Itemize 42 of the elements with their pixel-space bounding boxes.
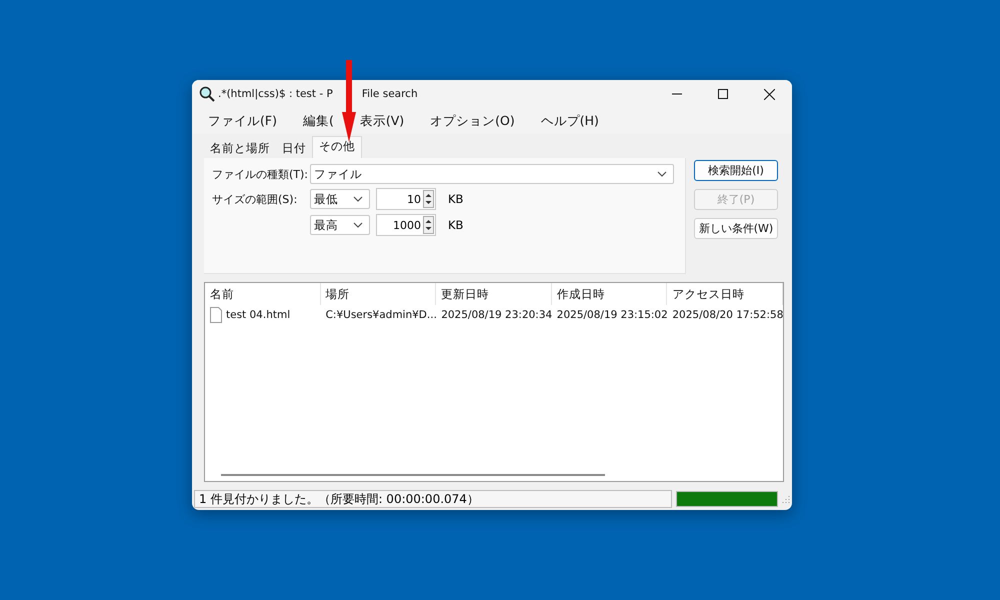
maximize-icon (718, 89, 728, 99)
spin-arrows-icon (423, 216, 434, 234)
chevron-down-icon (353, 196, 363, 202)
resize-grip-icon (782, 495, 790, 503)
tab[interactable]: その他 (312, 136, 362, 158)
tab[interactable]: 名前と場所 (204, 139, 276, 158)
spin-arrows-icon (423, 190, 434, 208)
action-button[interactable]: 検索開始(I) (694, 160, 778, 181)
menu-item[interactable]: 表示(V) (360, 110, 404, 132)
column-header[interactable]: 名前 (205, 283, 321, 305)
size-spin-field[interactable]: 10 (376, 188, 436, 210)
table-cell: test 04.html (226, 309, 290, 321)
action-button[interactable]: 新しい条件(W) (694, 218, 778, 239)
chevron-down-icon (657, 171, 667, 177)
chevron-down-icon (353, 222, 363, 228)
field-label: サイズの範囲(S): (212, 192, 298, 206)
column-header[interactable]: アクセス日時 (667, 283, 783, 305)
window-title: .*(html|css)$ : test - P (218, 88, 333, 100)
unit-label: KB (448, 218, 464, 232)
search-icon (199, 86, 215, 102)
column-header[interactable]: 場所 (320, 283, 436, 305)
status-text: 1 件見付かりました。（所要時間: 00:00:00.074） (194, 490, 672, 508)
tab[interactable]: 日付 (276, 139, 312, 158)
unit-label: KB (448, 192, 464, 206)
table-cell: 2025/08/20 17:52:58 (672, 309, 783, 321)
menu-item[interactable]: ヘルプ(H) (540, 110, 599, 132)
size-mode-dropdown[interactable]: 最高 (310, 215, 370, 235)
file-type-dropdown[interactable]: ファイル (310, 164, 674, 184)
table-cell: 2025/08/19 23:15:02 (556, 309, 668, 321)
file-icon (210, 307, 222, 323)
menu-item[interactable]: 編集( (302, 110, 334, 132)
menu-item[interactable]: ファイル(F) (208, 110, 277, 132)
menu-item[interactable]: オプション(O) (430, 110, 515, 132)
size-spin-field[interactable]: 1000 (376, 214, 436, 236)
window-title: File search (362, 88, 418, 100)
column-header[interactable]: 作成日時 (552, 283, 668, 305)
table-cell: C:¥Users¥admin¥D... (326, 309, 436, 321)
column-header[interactable]: 更新日時 (436, 283, 552, 305)
size-mode-dropdown[interactable]: 最低 (310, 189, 370, 209)
table-cell: 2025/08/19 23:20:34 (441, 309, 552, 321)
scrollbar-thumb[interactable] (221, 474, 605, 476)
close-icon (764, 88, 774, 100)
